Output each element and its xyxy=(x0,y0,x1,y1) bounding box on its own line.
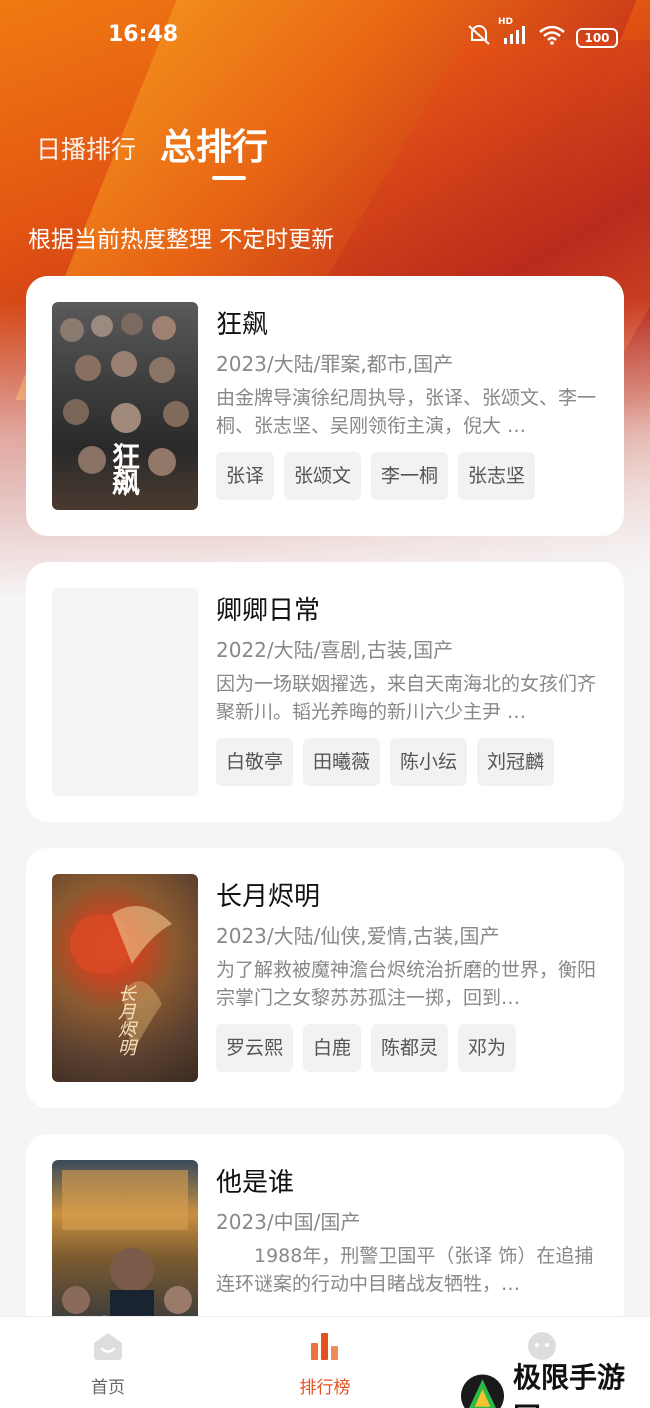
home-icon xyxy=(94,1333,122,1360)
actor-chip[interactable]: 李一桐 xyxy=(371,452,449,500)
show-card[interactable]: 狂飙 狂飙 2023/大陆/罪案,都市,国产 由金牌导演徐纪周执导，张译、张颂文… xyxy=(26,276,624,536)
poster-image: 他是谁 xyxy=(52,1160,198,1340)
nav-ranking-label: 排行榜 xyxy=(299,1378,351,1398)
show-meta: 2023/大陆/仙侠,爱情,古装,国产 xyxy=(216,924,500,948)
mute-icon xyxy=(466,24,492,51)
actor-chips: 白敬亭 田曦薇 陈小纭 刘冠麟 xyxy=(216,738,555,786)
show-meta: 2022/大陆/喜剧,古装,国产 xyxy=(216,638,454,662)
ranking-icon xyxy=(311,1333,338,1360)
nav-ranking[interactable]: 排行榜 xyxy=(265,1331,385,1398)
watermark-text: 极限手游网 xyxy=(513,1361,626,1408)
poster-title-text: 长月烬明 xyxy=(115,984,136,1056)
tab-total-ranking[interactable]: 总排行 xyxy=(160,118,268,170)
show-title: 他是谁 xyxy=(216,1168,295,1198)
show-card[interactable]: 卿卿日常 2022/大陆/喜剧,古装,国产 因为一场联姻擢选，来自天南海北的女孩… xyxy=(26,562,624,822)
actor-chip[interactable]: 陈小纭 xyxy=(390,738,468,786)
show-title: 卿卿日常 xyxy=(216,596,321,626)
poster-image: 长月烬明 xyxy=(52,874,198,1082)
tab-daily-ranking[interactable]: 日播排行 xyxy=(36,130,136,170)
show-title: 长月烬明 xyxy=(216,882,321,912)
status-time: 16:48 xyxy=(108,22,179,47)
actor-chip[interactable]: 邓为 xyxy=(458,1024,517,1072)
actor-chip[interactable]: 白鹿 xyxy=(303,1024,362,1072)
poster-image: 狂飙 xyxy=(52,302,198,510)
actor-chip[interactable]: 陈都灵 xyxy=(371,1024,449,1072)
actor-chips: 罗云熙 白鹿 陈都灵 邓为 xyxy=(216,1024,517,1072)
actor-chip[interactable]: 白敬亭 xyxy=(216,738,294,786)
nav-home[interactable]: 首页 xyxy=(48,1331,168,1398)
actor-chips: 张译 张颂文 李一桐 张志坚 xyxy=(216,452,536,500)
ranking-subtitle: 根据当前热度整理 不定时更新 xyxy=(28,227,335,253)
show-title: 狂飙 xyxy=(216,310,269,340)
show-meta: 2023/大陆/罪案,都市,国产 xyxy=(216,352,454,376)
battery-indicator: 100 xyxy=(576,27,618,48)
poster-placeholder xyxy=(52,588,198,796)
show-meta: 2023/中国/国产 xyxy=(216,1210,361,1234)
actor-chip[interactable]: 张译 xyxy=(216,452,275,500)
actor-chip[interactable]: 田曦薇 xyxy=(303,738,381,786)
wifi-icon xyxy=(538,25,566,50)
show-description: 为了解救被魔神澹台烬统治折磨的世界，衡阳宗掌门之女黎苏苏孤注一掷，回到… xyxy=(216,959,597,1009)
show-description: 由金牌导演徐纪周执导，张译、张颂文、李一桐、张志坚、吴刚领衔主演，倪大 … xyxy=(216,387,597,437)
show-description: 1988年，刑警卫国平（张译 饰）在追捕连环谜案的行动中目睹战友牺牲，… xyxy=(216,1245,594,1295)
actor-chip[interactable]: 刘冠麟 xyxy=(477,738,555,786)
ranking-tabs: 日播排行 总排行 xyxy=(36,118,268,170)
watermark-logo-icon xyxy=(460,1374,505,1408)
network-type: HD xyxy=(498,17,514,27)
actor-chip[interactable]: 罗云熙 xyxy=(216,1024,294,1072)
show-description: 因为一场联姻擢选，来自天南海北的女孩们齐聚新川。韬光养晦的新川六少主尹 … xyxy=(216,673,597,723)
show-card[interactable]: 他是谁 他是谁 2023/中国/国产 1988年，刑警卫国平（张译 饰）在追捕连… xyxy=(26,1134,624,1340)
actor-chip[interactable]: 张志坚 xyxy=(458,452,536,500)
watermark: 极限手游网 xyxy=(460,1356,650,1408)
nav-home-label: 首页 xyxy=(91,1378,125,1398)
actor-chip[interactable]: 张颂文 xyxy=(284,452,362,500)
poster-title-text: 狂飙 xyxy=(108,442,141,494)
active-tab-indicator xyxy=(212,176,246,180)
status-bar: 16:48 HD 100 xyxy=(0,17,650,54)
signal-icon: HD xyxy=(498,17,528,50)
show-card[interactable]: 长月烬明 长月烬明 2023/大陆/仙侠,爱情,古装,国产 为了解救被魔神澹台烬… xyxy=(26,848,624,1108)
